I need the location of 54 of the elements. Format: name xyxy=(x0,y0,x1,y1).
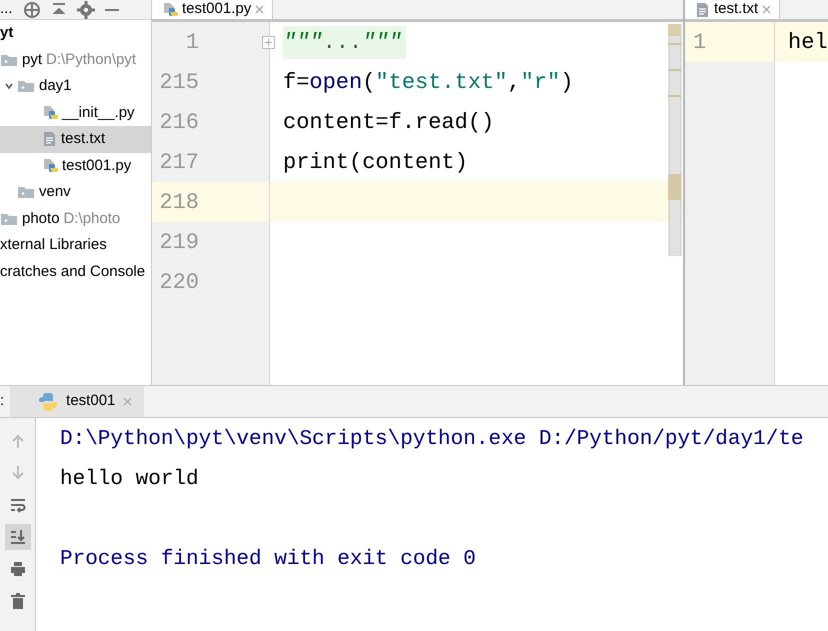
folder-icon xyxy=(17,79,35,94)
close-icon[interactable] xyxy=(255,5,264,14)
printer-icon[interactable] xyxy=(10,561,26,577)
tree-item[interactable]: photo D:\photo xyxy=(0,206,151,232)
line-number: 217 xyxy=(159,148,199,176)
code-line: f=open("test.txt","r") xyxy=(283,68,574,96)
line-number: 215 xyxy=(159,68,199,96)
line-number: 220 xyxy=(159,268,199,296)
python-file-icon xyxy=(42,104,58,121)
code-line: print(content) xyxy=(283,148,468,176)
chevron-down-icon xyxy=(5,82,13,90)
minimize-icon[interactable] xyxy=(104,8,119,12)
close-icon[interactable] xyxy=(762,5,772,14)
scrollbar-markers-icon xyxy=(668,24,682,256)
tree-item[interactable]: xternal Libraries xyxy=(0,232,151,258)
fold-toggle-icon[interactable] xyxy=(262,36,275,48)
panel-label: : xyxy=(0,391,4,412)
line-number: 219 xyxy=(159,228,199,256)
text-file-icon xyxy=(695,2,710,18)
line-number: 216 xyxy=(159,108,199,136)
python-file-icon xyxy=(42,158,58,174)
tree-item[interactable]: test001.py xyxy=(0,152,151,179)
gear-icon[interactable] xyxy=(76,0,95,18)
tree-item[interactable]: test.txt xyxy=(0,126,151,152)
tree-item[interactable]: venv xyxy=(0,179,151,206)
code-line: content=f.read() xyxy=(283,108,494,136)
trash-icon[interactable] xyxy=(10,593,26,609)
tree-item[interactable]: cratches and Console xyxy=(0,258,151,285)
tree-item[interactable]: pyt D:\Python\pyt xyxy=(0,46,151,73)
line-number: 1 xyxy=(186,28,199,56)
tree-item[interactable]: __init__.py xyxy=(0,100,151,126)
tree-item[interactable]: day1 xyxy=(0,73,151,100)
editor-tab[interactable]: test001.py xyxy=(152,0,274,19)
folder-icon xyxy=(17,185,35,200)
folder-path: D:\Python\pyt xyxy=(46,50,136,70)
crosshair-icon[interactable] xyxy=(22,0,41,18)
tree-item[interactable]: yt xyxy=(0,20,151,46)
folder-icon xyxy=(0,52,18,67)
console-line: hello world xyxy=(60,467,200,494)
line-number: 1 xyxy=(693,28,706,56)
editor-tab[interactable]: test.txt xyxy=(685,0,780,19)
line-number: 218 xyxy=(159,188,199,216)
python-icon xyxy=(38,392,58,412)
soft-wrap-icon[interactable] xyxy=(10,497,26,513)
console-line: Process finished with exit code 0 xyxy=(60,547,477,574)
folder-icon xyxy=(0,212,18,226)
toolbar-menu-label[interactable]: ... xyxy=(0,0,13,19)
scroll-to-end-icon[interactable] xyxy=(10,529,26,545)
text-line: hel xyxy=(788,28,828,56)
text-file-icon xyxy=(42,131,57,148)
run-tab[interactable]: test001 xyxy=(10,386,144,417)
console-line: D:\Python\pyt\venv\Scripts\python.exe D:/Python/pyt/day1/te xyxy=(60,427,804,454)
python-file-icon xyxy=(162,2,178,18)
folder-path: D:\photo xyxy=(64,208,120,228)
